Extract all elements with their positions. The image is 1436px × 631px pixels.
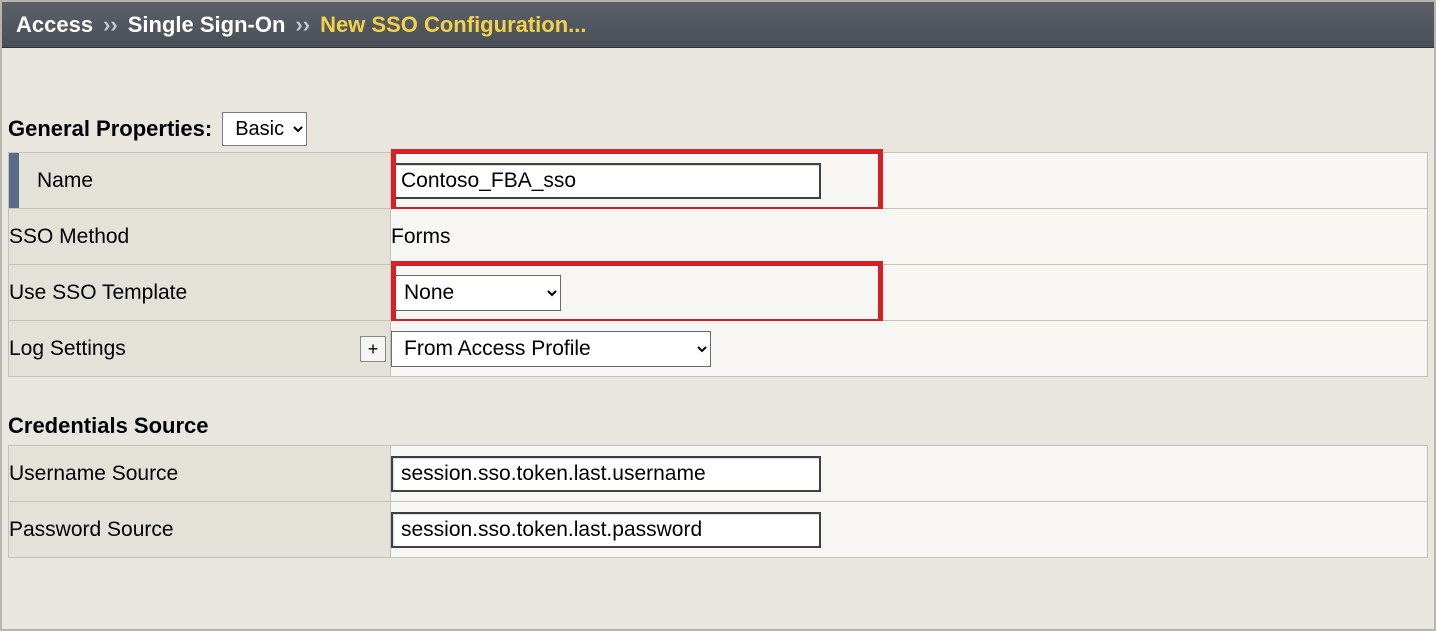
crumb-single-sign-on[interactable]: Single Sign-On	[128, 12, 286, 38]
use-sso-template-label: Use SSO Template	[9, 265, 391, 321]
section-credentials-source: Credentials Source	[2, 413, 1434, 445]
crumb-sep-icon: ››	[295, 12, 310, 38]
sso-method-label: SSO Method	[9, 209, 391, 265]
password-source-label: Password Source	[9, 502, 391, 558]
general-properties-table: Name SSO Method Forms Use SSO Template N…	[8, 152, 1428, 377]
use-sso-template-select[interactable]: None	[391, 275, 561, 311]
sso-method-value: Forms	[391, 209, 1428, 265]
section-general-properties: General Properties: Basic	[2, 112, 1434, 152]
name-input[interactable]	[391, 163, 821, 199]
log-settings-add-button[interactable]: +	[360, 336, 386, 362]
crumb-access[interactable]: Access	[16, 12, 93, 38]
log-settings-select[interactable]: From Access Profile	[391, 331, 711, 367]
password-source-input[interactable]	[391, 512, 821, 548]
username-source-input[interactable]	[391, 456, 821, 492]
log-settings-label: Log Settings +	[9, 321, 391, 377]
general-properties-mode-select[interactable]: Basic	[222, 112, 307, 146]
username-source-label: Username Source	[9, 446, 391, 502]
crumb-sep-icon: ››	[103, 12, 118, 38]
credentials-source-table: Username Source Password Source	[8, 445, 1428, 558]
breadcrumb: Access ›› Single Sign-On ›› New SSO Conf…	[2, 2, 1434, 48]
crumb-current: New SSO Configuration...	[320, 12, 586, 38]
log-settings-label-text: Log Settings	[9, 337, 126, 360]
name-label: Name	[9, 153, 391, 209]
general-properties-label: General Properties:	[8, 116, 212, 142]
